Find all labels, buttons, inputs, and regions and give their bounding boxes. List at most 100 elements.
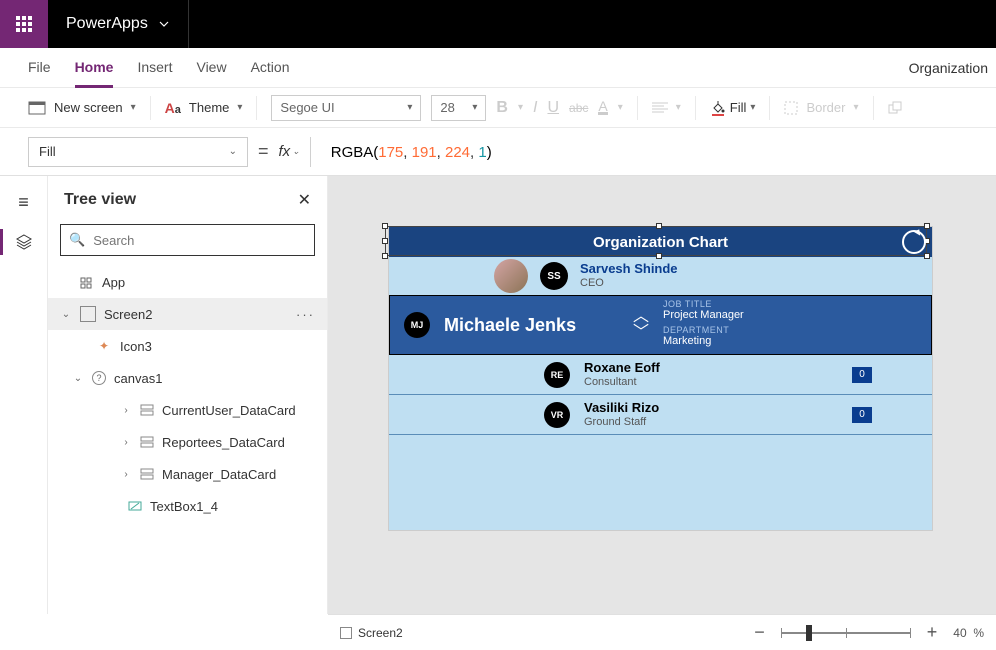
slider-thumb[interactable] [806, 625, 812, 641]
app-icon [80, 275, 94, 289]
underline-button[interactable]: U [547, 99, 559, 117]
rail-hamburger[interactable]: ≡ [5, 192, 43, 213]
equals-label: = [258, 141, 269, 162]
expand-icon[interactable]: › [120, 405, 132, 416]
tree-node-reportees[interactable]: › Reportees_DataCard [48, 426, 327, 458]
avatar-initials: SS [540, 262, 568, 290]
bold-button[interactable]: B [496, 99, 508, 117]
fill-button[interactable]: Fill ▾ [696, 88, 770, 128]
person-name: Roxane Eoff [584, 361, 660, 375]
screen-icon [80, 306, 96, 322]
person-name: Sarvesh Shinde [580, 262, 678, 276]
top-app-bar: PowerApps [0, 0, 996, 48]
property-select[interactable]: Fill ⌄ [28, 137, 248, 167]
italic-button[interactable]: I [533, 99, 537, 117]
new-screen-icon [28, 101, 46, 115]
tree-node-textbox[interactable]: TextBox1_4 [48, 490, 327, 522]
avatar-image [494, 259, 528, 293]
tree-node-currentuser[interactable]: › CurrentUser_DataCard [48, 394, 327, 426]
textbox-icon [128, 499, 142, 513]
menu-bar: File Home Insert View Action Organizatio… [0, 48, 996, 88]
status-screen-selector[interactable]: Screen2 [340, 626, 403, 640]
reports-badge: 0 [852, 407, 872, 423]
person-name: Michaele Jenks [444, 315, 619, 336]
screen-checkbox-icon [340, 627, 352, 639]
canvas-icon: ? [92, 371, 106, 385]
tree-node-canvas1[interactable]: ⌄ ? canvas1 [48, 362, 327, 394]
border-icon [784, 101, 798, 115]
tree-node-app[interactable]: App [48, 266, 327, 298]
orgchart-child-row[interactable]: VR Vasiliki Rizo Ground Staff 0 [389, 395, 932, 435]
selection-outline [385, 226, 927, 256]
font-family-select[interactable]: Segoe UI ▾ [271, 95, 421, 121]
new-screen-button[interactable]: New screen ▾ [28, 88, 150, 128]
separator [188, 0, 189, 48]
close-icon[interactable]: ✕ [298, 190, 311, 210]
border-button[interactable]: Border ▾ [770, 88, 872, 128]
avatar-initials: RE [544, 362, 570, 388]
tree-view-panel: Tree view ✕ 🔍 App ⌄ Screen2 ··· ✦ Icon3 [48, 176, 328, 614]
datacard-icon [140, 435, 154, 449]
menu-home[interactable]: Home [75, 59, 114, 88]
menu-file[interactable]: File [28, 59, 51, 76]
chevron-down-icon: ▾ [237, 102, 242, 113]
tree-node-icon3[interactable]: ✦ Icon3 [48, 330, 327, 362]
app-title-dropdown[interactable]: PowerApps [48, 0, 188, 48]
more-icon[interactable]: ··· [296, 307, 315, 322]
person-role: CEO [580, 276, 678, 290]
datacard-icon [140, 467, 154, 481]
reorder-icon [888, 101, 902, 115]
nav-down-icon[interactable]: ﹀ [633, 327, 649, 339]
tree-node-manager[interactable]: › Manager_DataCard [48, 458, 327, 490]
expand-icon[interactable]: ⌄ [60, 309, 72, 320]
menu-view[interactable]: View [196, 59, 226, 76]
fx-button[interactable]: fx⌄ [279, 143, 300, 160]
left-rail: ≡ [0, 176, 48, 614]
nav-up-icon[interactable]: ︿ [633, 311, 649, 323]
app-canvas-screen[interactable]: Organization Chart SS Sarvesh Shinde CEO… [388, 226, 933, 531]
person-role: Ground Staff [584, 415, 659, 429]
menu-action[interactable]: Action [251, 59, 290, 76]
strikethrough-button[interactable]: abc [569, 101, 588, 115]
zoom-in-button[interactable]: + [921, 622, 944, 643]
rail-treeview[interactable] [5, 233, 43, 251]
app-title-label: PowerApps [66, 15, 148, 33]
reload-icon[interactable] [902, 230, 926, 254]
reports-badge: 0 [852, 367, 872, 383]
zoom-out-button[interactable]: − [748, 622, 771, 643]
person-name: Vasiliki Rizo [584, 401, 659, 415]
chevron-down-icon: ⌄ [229, 146, 237, 157]
tree-search[interactable]: 🔍 [60, 224, 315, 256]
formula-input[interactable]: RGBA(175, 191, 224, 1) [321, 139, 968, 165]
chevron-down-icon: ▾ [472, 102, 477, 113]
icon-type-icon: ✦ [96, 338, 112, 354]
canvas-area[interactable]: Organization Chart SS Sarvesh Shinde CEO… [328, 176, 996, 614]
expand-icon[interactable]: › [120, 437, 132, 448]
chevron-down-icon: ▾ [407, 102, 412, 113]
orgchart-parent-row[interactable]: SS Sarvesh Shinde CEO [389, 257, 932, 295]
font-size-select[interactable]: 28 ▾ [431, 95, 486, 121]
orgchart-child-row[interactable]: RE Roxane Eoff Consultant 0 [389, 355, 932, 395]
orgchart-selected-row[interactable]: MJ Michaele Jenks ︿ ﹀ JOB TITLE Project … [389, 295, 932, 355]
theme-icon: Aa [165, 100, 181, 116]
reorder-button[interactable] [874, 88, 906, 128]
app-launcher-button[interactable] [0, 0, 48, 48]
search-input[interactable] [93, 233, 306, 248]
align-icon[interactable] [652, 102, 668, 114]
zoom-value: 40 [953, 626, 966, 640]
theme-button[interactable]: Aa Theme ▾ [151, 88, 257, 128]
formula-bar: Fill ⌄ = fx⌄ RGBA(175, 191, 224, 1) [0, 128, 996, 176]
font-color-button[interactable]: A [598, 100, 607, 115]
datacard-icon [140, 403, 154, 417]
orgchart-header[interactable]: Organization Chart [389, 227, 932, 257]
avatar-initials: MJ [404, 312, 430, 338]
tree-node-screen2[interactable]: ⌄ Screen2 ··· [48, 298, 327, 330]
menu-insert[interactable]: Insert [137, 59, 172, 76]
avatar-initials: VR [544, 402, 570, 428]
expand-icon[interactable]: ⌄ [72, 373, 84, 384]
ribbon-toolbar: New screen ▾ Aa Theme ▾ Segoe UI ▾ 28 ▾ … [0, 88, 996, 128]
zoom-slider[interactable] [781, 632, 911, 634]
chevron-down-icon [158, 18, 170, 30]
expand-icon[interactable]: › [120, 469, 132, 480]
search-icon: 🔍 [69, 232, 85, 248]
